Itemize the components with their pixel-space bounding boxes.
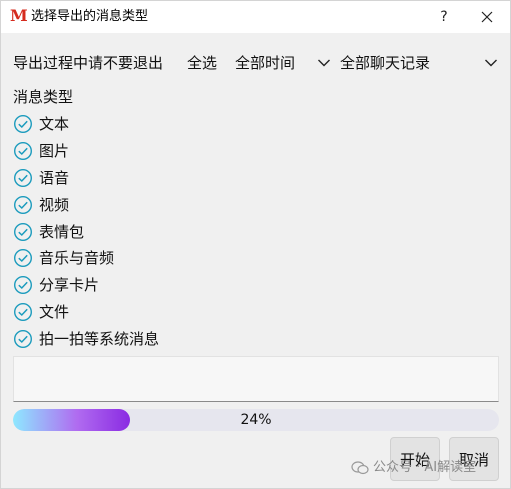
message-type-label: 文件 <box>39 303 70 322</box>
watermark-text: 公众号 · AI解读室 <box>373 460 477 475</box>
check-circle-icon[interactable] <box>13 329 33 349</box>
progress-bar: 24% <box>13 409 499 431</box>
check-circle-icon[interactable] <box>13 248 33 268</box>
export-dialog: M 选择导出的消息类型 ? 导出过程中请不要退出 全选 全部时间 全部聊天记录 … <box>0 0 511 489</box>
message-types-label: 消息类型 <box>13 88 74 106</box>
message-type-label: 音乐与音频 <box>39 249 115 268</box>
chevron-down-icon <box>318 59 330 67</box>
message-type-label: 视频 <box>39 195 70 214</box>
check-circle-icon[interactable] <box>13 222 33 242</box>
close-button[interactable] <box>473 5 501 29</box>
chevron-down-icon <box>485 59 497 67</box>
dialog-title: 选择导出的消息类型 <box>31 9 149 24</box>
app-logo: M <box>10 6 28 25</box>
message-type-label: 表情包 <box>39 222 85 241</box>
message-type-label: 语音 <box>39 168 70 187</box>
check-circle-icon[interactable] <box>13 302 33 322</box>
message-type-label: 分享卡片 <box>39 276 100 295</box>
check-circle-icon[interactable] <box>13 114 33 134</box>
title-bar: M 选择导出的消息类型 ? <box>1 1 510 33</box>
wechat-icon <box>351 461 369 475</box>
check-circle-icon[interactable] <box>13 275 33 295</box>
help-button[interactable]: ? <box>434 7 454 27</box>
select-all-button[interactable]: 全选 <box>187 51 217 75</box>
time-range-select[interactable]: 全部时间 <box>235 51 335 75</box>
options-row: 导出过程中请不要退出 全选 全部时间 全部聊天记录 <box>13 51 498 75</box>
warning-text: 导出过程中请不要退出 <box>13 54 164 72</box>
watermark: 公众号 · AI解读室 <box>351 458 476 478</box>
check-circle-icon[interactable] <box>13 168 33 188</box>
log-output[interactable] <box>13 356 499 402</box>
close-icon <box>481 11 493 23</box>
progress-label: 24% <box>240 412 272 428</box>
message-type-label: 拍一拍等系统消息 <box>39 330 160 349</box>
message-type-label: 图片 <box>39 141 70 160</box>
chat-scope-value: 全部聊天记录 <box>340 54 431 72</box>
chat-scope-select[interactable]: 全部聊天记录 <box>340 51 500 75</box>
message-type-label: 文本 <box>39 115 70 133</box>
check-circle-icon[interactable] <box>13 141 33 161</box>
check-circle-icon[interactable] <box>13 195 33 215</box>
time-range-value: 全部时间 <box>235 54 296 72</box>
